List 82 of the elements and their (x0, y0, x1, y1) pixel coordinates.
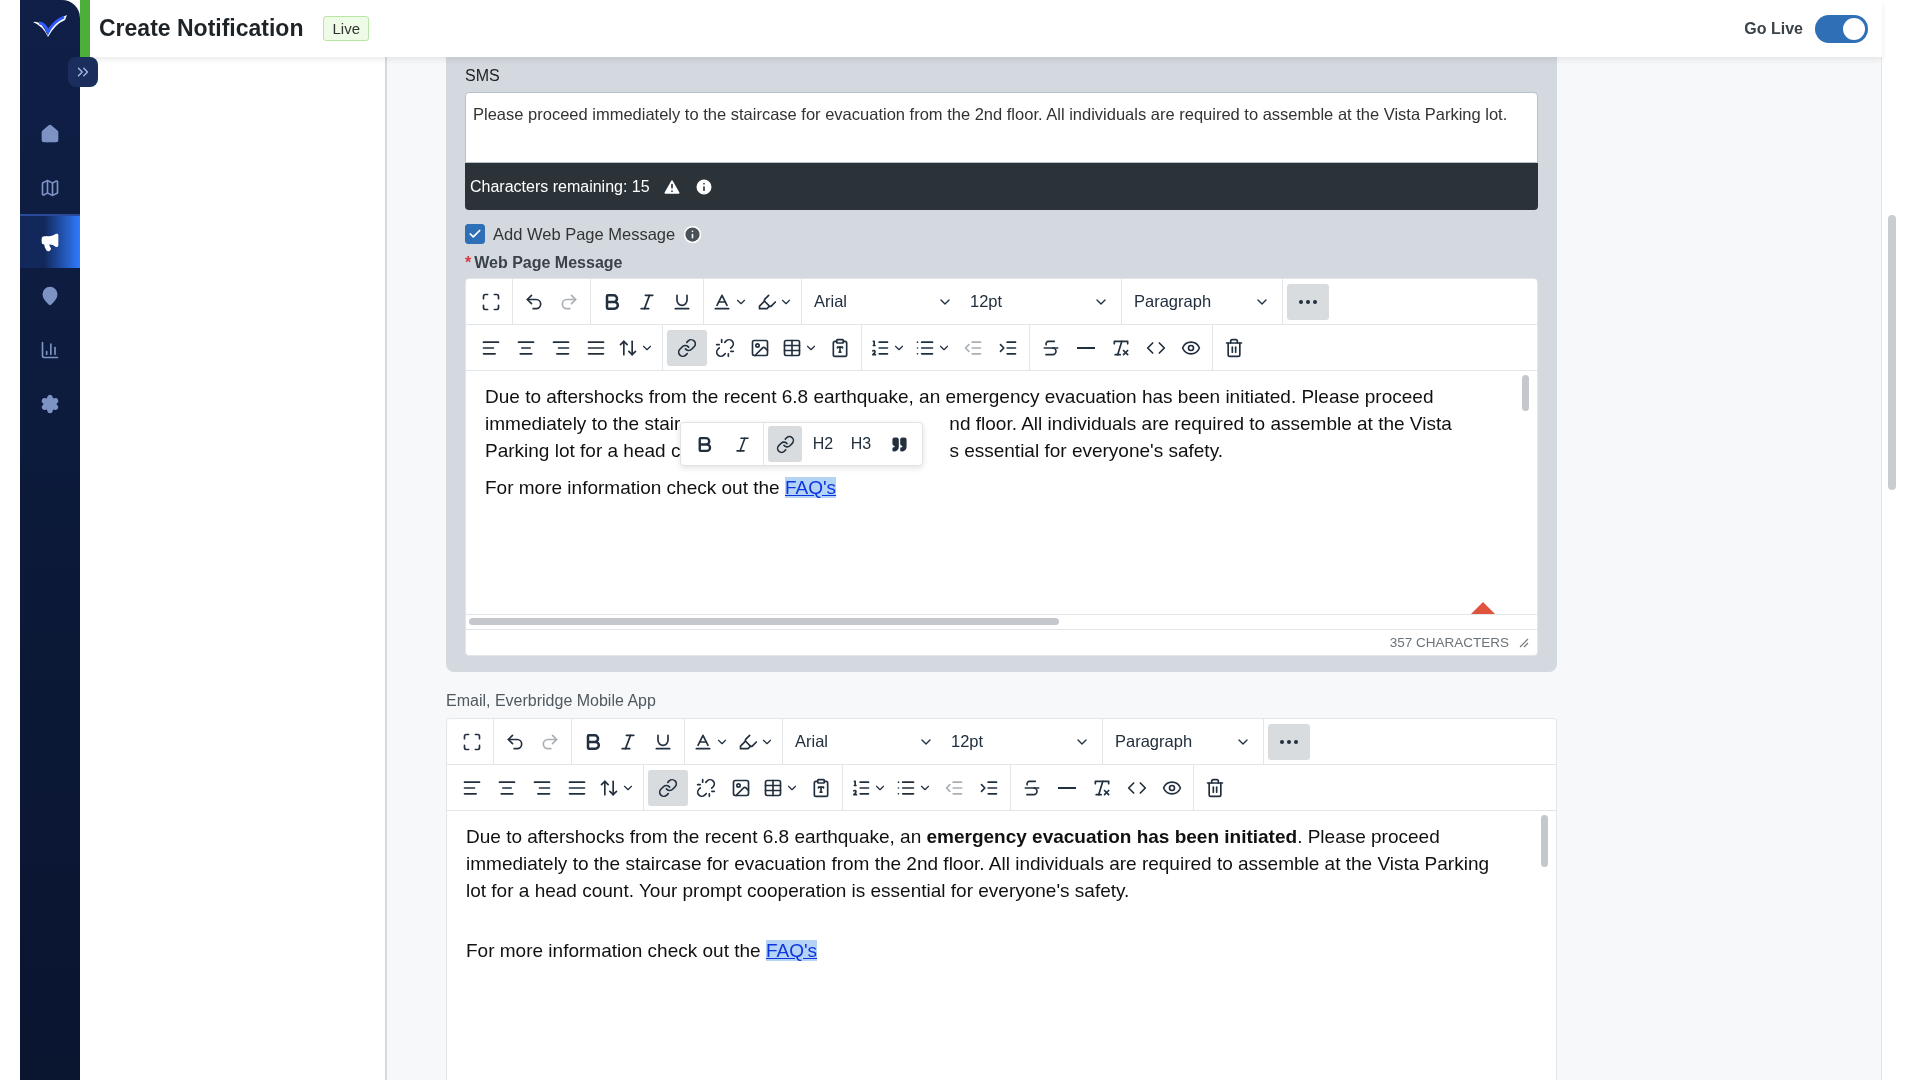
text-line: s essential for everyone's safety. (949, 439, 1224, 463)
text-line: nd floor. All individuals are required to assemble at the Vista (949, 412, 1452, 436)
megaphone-icon (40, 232, 60, 252)
page-title: Create Notification (99, 15, 304, 42)
scrollbar[interactable] (1541, 815, 1548, 867)
trash-icon (1224, 337, 1244, 358)
info-icon (683, 224, 703, 244)
home-icon (40, 124, 60, 144)
resize-handle-icon[interactable] (1519, 637, 1529, 648)
horizontal-line-icon (1077, 346, 1095, 349)
text-line: Due to aftershocks from the recent 6.8 earthquake, an emergency evacuation has been initiated. Please proceed (485, 385, 1434, 409)
more-icon (1280, 739, 1298, 744)
unlink-icon (715, 337, 735, 358)
scrollbar[interactable] (469, 618, 1059, 625)
bar-chart-icon (40, 340, 60, 360)
text-line: immediately to the stair (485, 412, 681, 436)
go-live-label: Go Live (1744, 19, 1803, 38)
location-pin-icon (40, 286, 60, 306)
scrollbar[interactable] (1522, 375, 1529, 411)
font-select[interactable]: Arial (806, 283, 961, 320)
more-icon (1299, 299, 1317, 304)
quote-icon (890, 435, 908, 453)
horizontal-line-icon (1058, 786, 1076, 789)
font-size-select[interactable]: 12pt (962, 283, 1117, 320)
text-line: For more information check out the FAQ's (485, 476, 838, 500)
character-count: 357 CHARACTERS (1389, 635, 1509, 650)
trash-icon (1205, 777, 1225, 798)
highlighter-icon (738, 731, 758, 752)
expand-sidebar-button[interactable] (68, 57, 98, 87)
font-select[interactable]: Arial (787, 723, 942, 760)
info-icon (693, 176, 714, 197)
link-button[interactable] (768, 426, 802, 462)
sidebar-item[interactable] (20, 214, 80, 268)
more-button[interactable] (1268, 723, 1310, 760)
link-button[interactable] (667, 329, 707, 366)
expand-icon (481, 291, 501, 312)
redo-icon (540, 731, 560, 752)
link-button[interactable] (648, 769, 688, 806)
status-badge: Live (323, 16, 369, 41)
expand-icon (462, 731, 482, 752)
link-icon (775, 434, 795, 454)
heading-2-button[interactable]: H2 (806, 426, 840, 462)
redo-icon (559, 291, 579, 312)
scrollbar[interactable] (1888, 215, 1896, 490)
field-label: Web Page Message (474, 254, 623, 272)
go-live-toggle[interactable] (1815, 14, 1868, 43)
characters-remaining: Characters remaining: 15 (470, 177, 650, 196)
link-icon (658, 777, 678, 798)
italic-icon (637, 291, 657, 312)
highlighter-icon (757, 291, 777, 312)
logo-icon (31, 12, 69, 38)
sms-label: SMS (465, 67, 501, 85)
italic-icon (618, 731, 638, 752)
font-size-select[interactable]: 12pt (943, 723, 1098, 760)
checkbox-label: Add Web Page Message (493, 224, 676, 244)
text-line: For more information check out the FAQ's (466, 939, 819, 963)
image-icon (731, 777, 751, 798)
faq-link[interactable]: FAQ's (784, 477, 837, 498)
web-page-checkbox[interactable] (465, 224, 485, 244)
required-mark: * (465, 254, 472, 272)
block-format-select[interactable]: Paragraph (1126, 283, 1278, 320)
settings-icon (40, 394, 60, 414)
image-icon (750, 337, 770, 358)
block-format-select[interactable]: Paragraph (1107, 723, 1259, 760)
text-line: Parking lot for a head c (485, 439, 681, 463)
check-icon (468, 227, 482, 241)
sms-text-field[interactable]: Please proceed immediately to the staircase for evacuation from the 2nd floor. All individuals are required to assemble at the Vista Parking lot. (465, 92, 1538, 163)
undo-icon (505, 731, 525, 752)
clipboard-icon (830, 337, 850, 358)
undo-icon (524, 291, 544, 312)
message-paragraph: Due to aftershocks from the recent 6.8 earthquake, an emergency evacuation has been initiated. Please proceed immediately to the staircase for evacuation from the 2nd floor. All individuals are required to assemble at the Vista Parking lot for a head count. Your prompt cooperation is essential for everyone's safety. (466, 825, 1491, 903)
faq-link[interactable]: FAQ's (765, 940, 818, 961)
link-icon (677, 337, 697, 358)
map-icon (40, 178, 60, 198)
heading-3-button[interactable]: H3 (844, 426, 878, 462)
section-label: Email, Everbridge Mobile App (446, 692, 657, 710)
table-icon (763, 777, 783, 798)
more-button[interactable] (1287, 283, 1329, 320)
clipboard-icon (811, 777, 831, 798)
triangle-icon (1471, 602, 1495, 614)
unlink-icon (696, 777, 716, 798)
table-icon (782, 337, 802, 358)
